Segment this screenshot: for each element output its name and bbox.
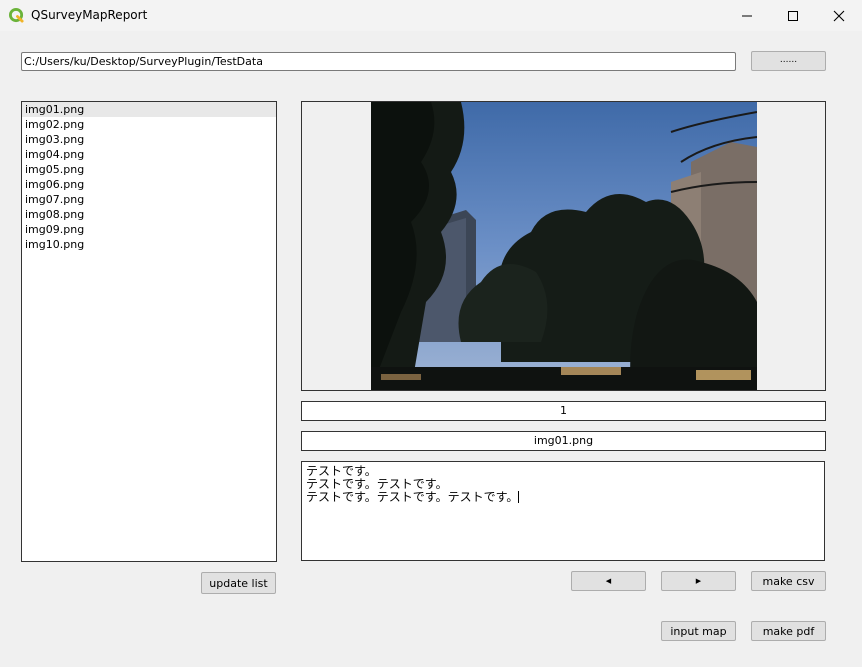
memo-line: テストです。テストです。テストです。: [306, 490, 519, 504]
image-index-field: 1: [301, 401, 826, 421]
update-list-button[interactable]: update list: [201, 572, 276, 594]
qgis-logo-icon: [9, 8, 24, 23]
make-csv-label: make csv: [762, 574, 815, 588]
prev-arrow-icon: ◀: [605, 577, 612, 585]
input-map-button[interactable]: input map: [661, 621, 736, 641]
list-item[interactable]: img01.png: [22, 102, 276, 117]
make-csv-button[interactable]: make csv: [751, 571, 826, 591]
list-item[interactable]: img07.png: [22, 192, 276, 207]
memo-textarea[interactable]: テストです。 テストです。テストです。 テストです。テストです。テストです。: [301, 461, 825, 561]
list-item[interactable]: img10.png: [22, 237, 276, 252]
memo-line: テストです。: [306, 464, 377, 478]
input-map-label: input map: [670, 624, 727, 638]
close-button[interactable]: [816, 0, 862, 31]
maximize-icon: [788, 10, 798, 21]
close-icon: [833, 10, 845, 21]
minimize-button[interactable]: [724, 0, 770, 31]
maximize-button[interactable]: [770, 0, 816, 31]
list-item[interactable]: img05.png: [22, 162, 276, 177]
text-caret: [518, 491, 520, 503]
list-item[interactable]: img04.png: [22, 147, 276, 162]
folder-path-input[interactable]: C:/Users/ku/Desktop/SurveyPlugin/TestDat…: [21, 52, 736, 71]
list-item[interactable]: img09.png: [22, 222, 276, 237]
prev-button[interactable]: ◀: [571, 571, 646, 591]
browse-button-label: ......: [779, 54, 798, 65]
next-arrow-icon: ▶: [695, 577, 702, 585]
file-list[interactable]: img01.png img02.png img03.png img04.png img0…: [21, 101, 277, 562]
next-button[interactable]: ▶: [661, 571, 736, 591]
browse-button[interactable]: ......: [751, 51, 826, 71]
image-filename-field: img01.png: [301, 431, 826, 451]
photo-preview: [371, 102, 757, 390]
list-item[interactable]: img08.png: [22, 207, 276, 222]
title-bar: QSurveyMapReport: [0, 0, 862, 31]
list-item[interactable]: img03.png: [22, 132, 276, 147]
list-item[interactable]: img02.png: [22, 117, 276, 132]
minimize-icon: [742, 15, 752, 16]
image-preview-frame: [301, 101, 826, 391]
update-list-label: update list: [209, 576, 268, 590]
list-item[interactable]: img06.png: [22, 177, 276, 192]
make-pdf-button[interactable]: make pdf: [751, 621, 826, 641]
make-pdf-label: make pdf: [762, 624, 815, 638]
window-title: QSurveyMapReport: [31, 8, 148, 22]
memo-line: テストです。テストです。: [306, 477, 448, 491]
